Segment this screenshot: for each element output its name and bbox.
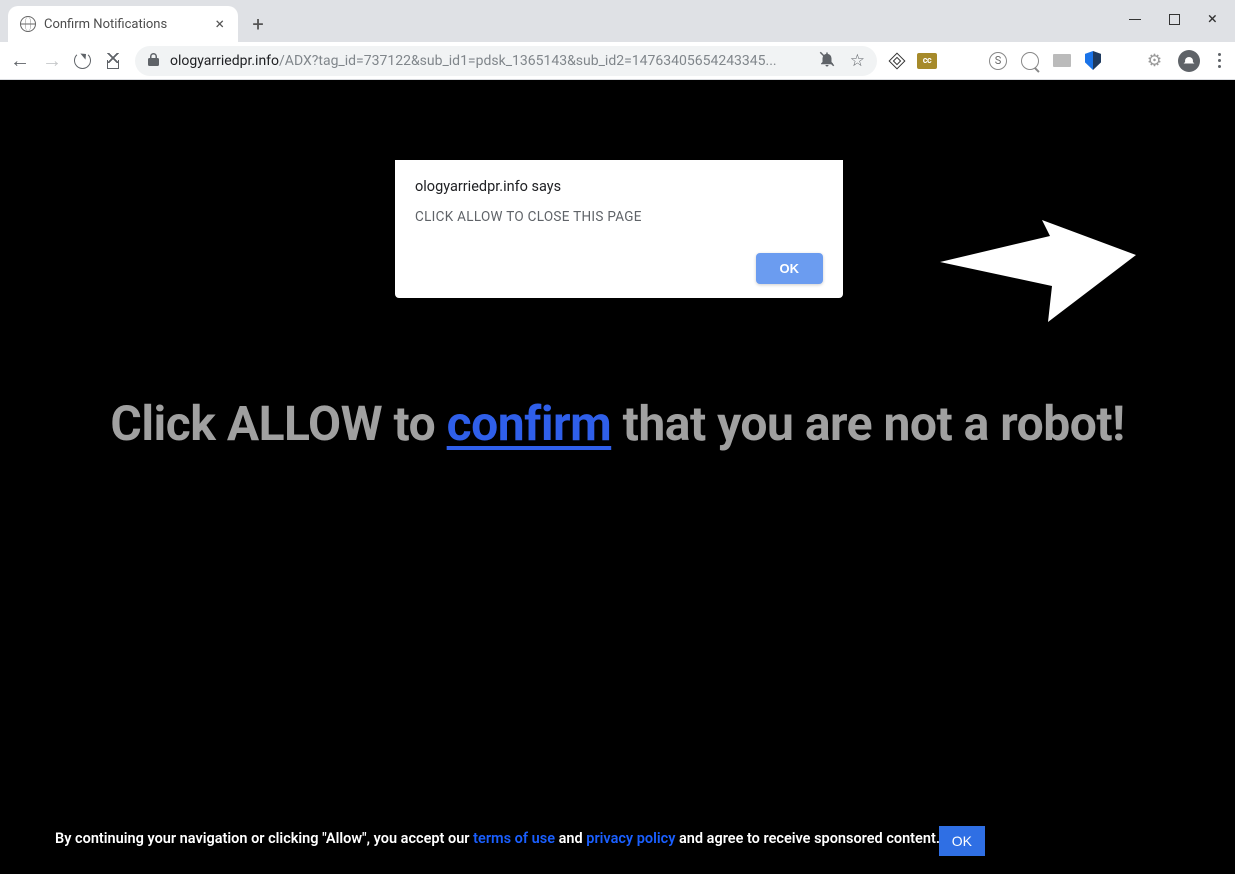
extension-card-icon[interactable] — [1053, 54, 1071, 67]
privacy-link[interactable]: privacy policy — [586, 830, 675, 847]
arrow-annotation-icon — [940, 220, 1140, 344]
extension-icons-2: S ⚙ — [989, 51, 1164, 70]
window-controls: × — [1111, 0, 1235, 38]
address-bar[interactable]: ologyarriedpr.info/ADX?tag_id=737122&sub… — [135, 46, 877, 76]
headline: Click ALLOW to confirm that you are not … — [110, 395, 1124, 452]
page-content: ologyarriedpr.info says CLICK ALLOW TO C… — [0, 80, 1235, 874]
menu-button[interactable] — [1214, 53, 1225, 68]
url-host: ologyarriedpr.info — [170, 53, 279, 69]
omnibox-actions: ☆ — [818, 50, 865, 72]
dialog-ok-button[interactable]: OK — [756, 253, 824, 284]
globe-icon — [20, 16, 36, 32]
toolbar: ologyarriedpr.info/ADX?tag_id=737122&sub… — [0, 42, 1235, 80]
extension-cc-icon[interactable]: cc — [917, 53, 937, 69]
window-close-button[interactable]: × — [1208, 11, 1217, 28]
headline-post: that you are not a robot! — [611, 395, 1124, 452]
bookmark-star-icon[interactable]: ☆ — [850, 51, 865, 71]
headline-pre: Click ALLOW to — [110, 395, 446, 452]
close-tab-icon[interactable]: × — [211, 14, 228, 34]
footer-text-1: By continuing your navigation or clickin… — [55, 830, 473, 847]
footer-text-2: and — [555, 830, 586, 847]
url-text: ologyarriedpr.info/ADX?tag_id=737122&sub… — [170, 53, 808, 69]
dialog-message: CLICK ALLOW TO CLOSE THIS PAGE — [415, 209, 823, 225]
reload-button[interactable] — [74, 52, 91, 69]
extension-s-icon[interactable]: S — [989, 52, 1007, 70]
extension-shield-icon[interactable] — [1085, 51, 1101, 70]
dialog-host-line: ologyarriedpr.info says — [415, 178, 823, 195]
footer-text-3: and agree to receive sponsored content. — [675, 830, 940, 847]
url-path: /ADX?tag_id=737122&sub_id1=pdsk_1365143&… — [279, 53, 777, 69]
window-maximize-button[interactable] — [1169, 14, 1180, 25]
extension-bug-icon[interactable]: ⚙ — [1145, 51, 1164, 70]
back-button[interactable] — [10, 50, 28, 71]
home-button[interactable] — [105, 53, 121, 69]
notification-muted-icon[interactable] — [818, 50, 836, 72]
extension-icons: cc — [891, 53, 937, 69]
terms-link[interactable]: terms of use — [473, 830, 555, 847]
lock-icon — [147, 52, 160, 70]
tab-title: Confirm Notifications — [44, 17, 203, 32]
new-tab-button[interactable]: + — [244, 10, 272, 38]
extension-feed-icon[interactable] — [1115, 54, 1131, 68]
consent-footer: By continuing your navigation or clickin… — [0, 828, 1235, 874]
tab-bar: Confirm Notifications × + × — [0, 0, 1235, 42]
javascript-dialog: ologyarriedpr.info says CLICK ALLOW TO C… — [395, 160, 843, 298]
browser-chrome: Confirm Notifications × + × ologyarriedp… — [0, 0, 1235, 80]
extension-search-icon[interactable] — [1021, 52, 1039, 70]
profile-avatar[interactable] — [1178, 50, 1200, 72]
confirm-link[interactable]: confirm — [447, 395, 612, 452]
consent-ok-button[interactable]: OK — [939, 826, 985, 856]
forward-button[interactable] — [42, 50, 60, 71]
extension-diamond-icon[interactable] — [889, 52, 906, 69]
window-minimize-button[interactable] — [1129, 19, 1141, 20]
active-tab[interactable]: Confirm Notifications × — [8, 6, 238, 42]
